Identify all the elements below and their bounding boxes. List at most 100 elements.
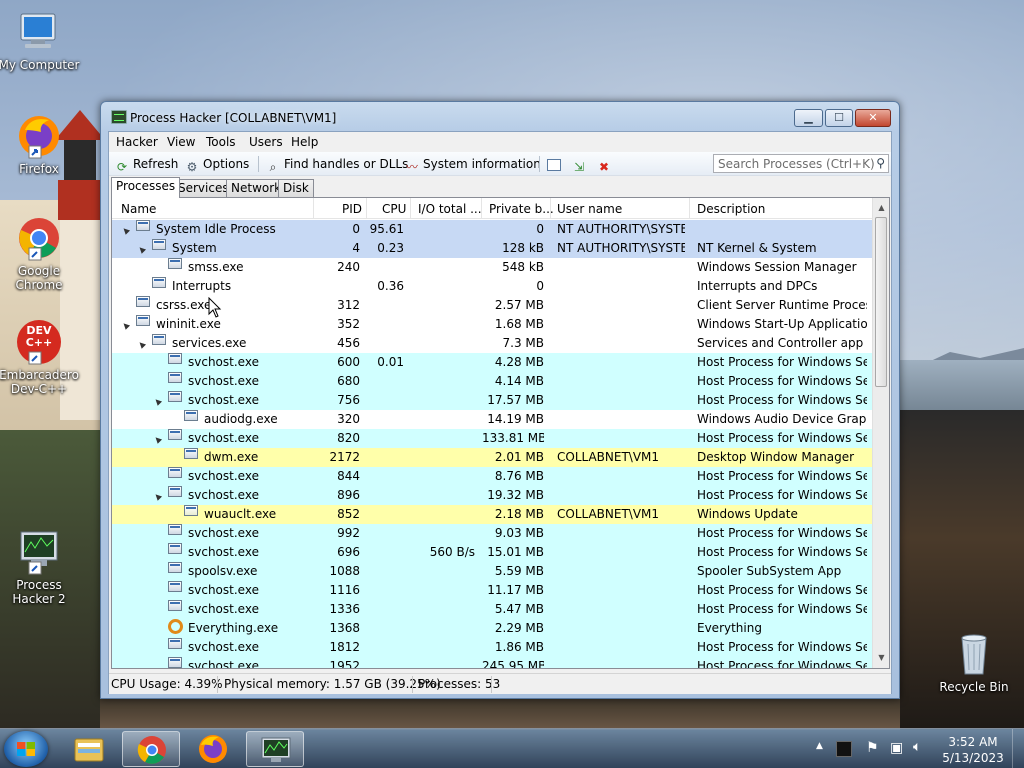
- tab-disk[interactable]: Disk: [278, 179, 314, 197]
- column-description[interactable]: Description: [697, 202, 765, 216]
- process-private-bytes: 245.95 MB: [482, 659, 544, 668]
- desktop-icon-devcpp[interactable]: DEV C++ Embarcadero Dev-C++: [0, 318, 81, 396]
- maximize-button[interactable]: ☐: [825, 109, 853, 127]
- column-name[interactable]: Name: [121, 202, 156, 216]
- tab-services[interactable]: Services: [173, 179, 234, 197]
- process-icon: [168, 543, 182, 554]
- desktop-icon-my-computer[interactable]: My Computer: [0, 8, 81, 72]
- volume-icon[interactable]: 🔈︎: [913, 739, 921, 755]
- title-bar[interactable]: Process Hacker [COLLABNET\VM1] ▁ ☐ ✕: [101, 102, 899, 132]
- process-row[interactable]: Everything.exe 1368 2.29 MB Everything: [112, 619, 872, 638]
- menu-help[interactable]: Help: [291, 135, 318, 149]
- clock[interactable]: 3:52 AM 5/13/2023: [940, 734, 1006, 766]
- process-row[interactable]: svchost.exe 1812 1.86 MB Host Process for W…: [112, 638, 872, 657]
- column-io-total[interactable]: I/O total ...: [418, 202, 482, 216]
- process-description: Host Process for Windows Ser...: [697, 526, 867, 540]
- desktop-icon-firefox[interactable]: Firefox: [0, 112, 81, 176]
- scrollbar-thumb[interactable]: [875, 217, 887, 387]
- desktop-icon-chrome[interactable]: Google Chrome: [0, 214, 81, 292]
- process-name: svchost.exe: [188, 488, 259, 502]
- process-pid: 2172: [329, 450, 360, 464]
- process-row[interactable]: svchost.exe 992 9.03 MB Host Process for Wi…: [112, 524, 872, 543]
- process-row[interactable]: svchost.exe 696 560 B/s 15.01 MB Host Proces…: [112, 543, 872, 562]
- process-name: spoolsv.exe: [188, 564, 258, 578]
- process-row[interactable]: spoolsv.exe 1088 5.59 MB Spooler SubSystem …: [112, 562, 872, 581]
- column-private-bytes[interactable]: Private b...: [489, 202, 554, 216]
- process-row[interactable]: ▲ wininit.exe 352 1.68 MB Windows Start-Up A…: [112, 315, 872, 334]
- system-information-label: System information: [423, 157, 541, 171]
- action-center-icon[interactable]: ⚑: [866, 740, 879, 756]
- process-row[interactable]: ▲ svchost.exe 756 17.57 MB Host Process for …: [112, 391, 872, 410]
- show-desktop-button[interactable]: [1012, 729, 1024, 768]
- process-description: Host Process for Windows Ser...: [697, 431, 867, 445]
- system-information-button[interactable]: 〰 System information: [404, 156, 541, 174]
- expand-toggle-icon[interactable]: ▲: [116, 315, 135, 334]
- process-description: Spooler SubSystem App: [697, 564, 842, 578]
- scroll-down-icon[interactable]: ▼: [874, 650, 889, 665]
- process-row[interactable]: svchost.exe 1952 245.95 MB Host Process for…: [112, 657, 872, 668]
- process-row[interactable]: svchost.exe 680 4.14 MB Host Process for Wi…: [112, 372, 872, 391]
- process-row[interactable]: svchost.exe 600 0.01 4.28 MB Host Process fo…: [112, 353, 872, 372]
- process-row[interactable]: svchost.exe 1336 5.47 MB Host Process for W…: [112, 600, 872, 619]
- tab-processes[interactable]: Processes: [111, 177, 181, 198]
- search-icon: ⚲: [876, 156, 885, 170]
- close-button[interactable]: ✕: [855, 109, 891, 127]
- process-row[interactable]: dwm.exe 2172 2.01 MB COLLABNET\VM1 Desktop W…: [112, 448, 872, 467]
- devcpp-icon-glyph: DEV C++: [25, 324, 53, 349]
- new-window-button[interactable]: [547, 156, 564, 172]
- process-row[interactable]: audiodg.exe 320 14.19 MB Windows Audio Devi…: [112, 410, 872, 429]
- chrome-icon: [137, 736, 166, 764]
- column-user-name[interactable]: User name: [557, 202, 622, 216]
- process-row[interactable]: ▲ services.exe 456 7.3 MB Services and Contr…: [112, 334, 872, 353]
- process-row[interactable]: ▲ svchost.exe 896 19.32 MB Host Process for …: [112, 486, 872, 505]
- process-row[interactable]: svchost.exe 1116 11.17 MB Host Process for …: [112, 581, 872, 600]
- process-row[interactable]: ▲ svchost.exe 820 133.81 MB Host Process for…: [112, 429, 872, 448]
- process-name: smss.exe: [188, 260, 244, 274]
- process-tree[interactable]: Name PID CPU I/O total ... Private b... …: [111, 197, 890, 669]
- expand-toggle-icon[interactable]: ▲: [148, 391, 167, 410]
- column-cpu[interactable]: CPU: [382, 202, 406, 216]
- search-input[interactable]: Search Processes (Ctrl+K) ⚲: [713, 154, 889, 173]
- taskbar-firefox[interactable]: [184, 731, 242, 767]
- expand-toggle-icon[interactable]: ▲: [116, 220, 135, 239]
- expand-toggle-icon[interactable]: ▲: [148, 429, 167, 448]
- terminate-button[interactable]: ✖: [596, 156, 615, 174]
- process-row[interactable]: csrss.exe 312 2.57 MB Client Server Runtime…: [112, 296, 872, 315]
- process-row[interactable]: ▲ System 4 0.23 128 kB NT AUTHORITY\SYSTEM NT …: [112, 239, 872, 258]
- process-row[interactable]: ▲ System Idle Process 0 95.61 0 NT AUTHORITY\…: [112, 220, 872, 239]
- column-pid[interactable]: PID: [342, 202, 362, 216]
- taskbar-explorer[interactable]: [60, 731, 118, 767]
- process-row[interactable]: smss.exe 240 548 kB Windows Session Manager: [112, 258, 872, 277]
- desktop-icon-recycle-bin[interactable]: Recycle Bin: [932, 630, 1016, 694]
- process-row[interactable]: Interrupts 0.36 0 Interrupts and DPCs: [112, 277, 872, 296]
- minimize-button[interactable]: ▁: [794, 109, 823, 127]
- taskbar-process-hacker[interactable]: [246, 731, 304, 767]
- options-button[interactable]: ⚙ Options: [184, 156, 250, 174]
- window-arrow-icon: ⇲: [573, 160, 585, 174]
- network-icon[interactable]: ▣: [890, 740, 903, 756]
- desktop-icon-process-hacker[interactable]: Process Hacker 2: [0, 528, 81, 606]
- process-name: audiodg.exe: [204, 412, 278, 426]
- go-to-window-button[interactable]: ⇲: [571, 156, 590, 174]
- expand-toggle-icon[interactable]: ▲: [148, 486, 167, 505]
- refresh-button[interactable]: ⟳ Refresh: [114, 156, 178, 174]
- find-handles-button[interactable]: ⌕ Find handles or DLLs: [265, 156, 409, 174]
- process-row[interactable]: wuauclt.exe 852 2.18 MB COLLABNET\VM1 Window…: [112, 505, 872, 524]
- vertical-scrollbar[interactable]: ▲ ▼: [872, 198, 889, 668]
- expand-toggle-icon[interactable]: ▲: [132, 239, 151, 258]
- show-hidden-icons[interactable]: ▲: [816, 741, 823, 751]
- process-hacker-window[interactable]: Process Hacker [COLLABNET\VM1] ▁ ☐ ✕ Hac…: [100, 101, 900, 699]
- menu-hacker[interactable]: Hacker: [116, 135, 158, 149]
- process-description: Host Process for Windows Ser...: [697, 602, 867, 616]
- taskbar-chrome[interactable]: [122, 731, 180, 767]
- expand-toggle-icon[interactable]: ▲: [132, 334, 151, 353]
- menu-users[interactable]: Users: [249, 135, 283, 149]
- console-tray-icon[interactable]: [836, 741, 852, 757]
- menu-view[interactable]: View: [167, 135, 195, 149]
- process-user-name: NT AUTHORITY\SYSTEM: [557, 241, 685, 255]
- menu-tools[interactable]: Tools: [206, 135, 236, 149]
- process-private-bytes: 0: [536, 222, 544, 236]
- process-row[interactable]: svchost.exe 844 8.76 MB Host Process for Wi…: [112, 467, 872, 486]
- start-button[interactable]: [4, 731, 48, 767]
- scroll-up-icon[interactable]: ▲: [874, 200, 889, 215]
